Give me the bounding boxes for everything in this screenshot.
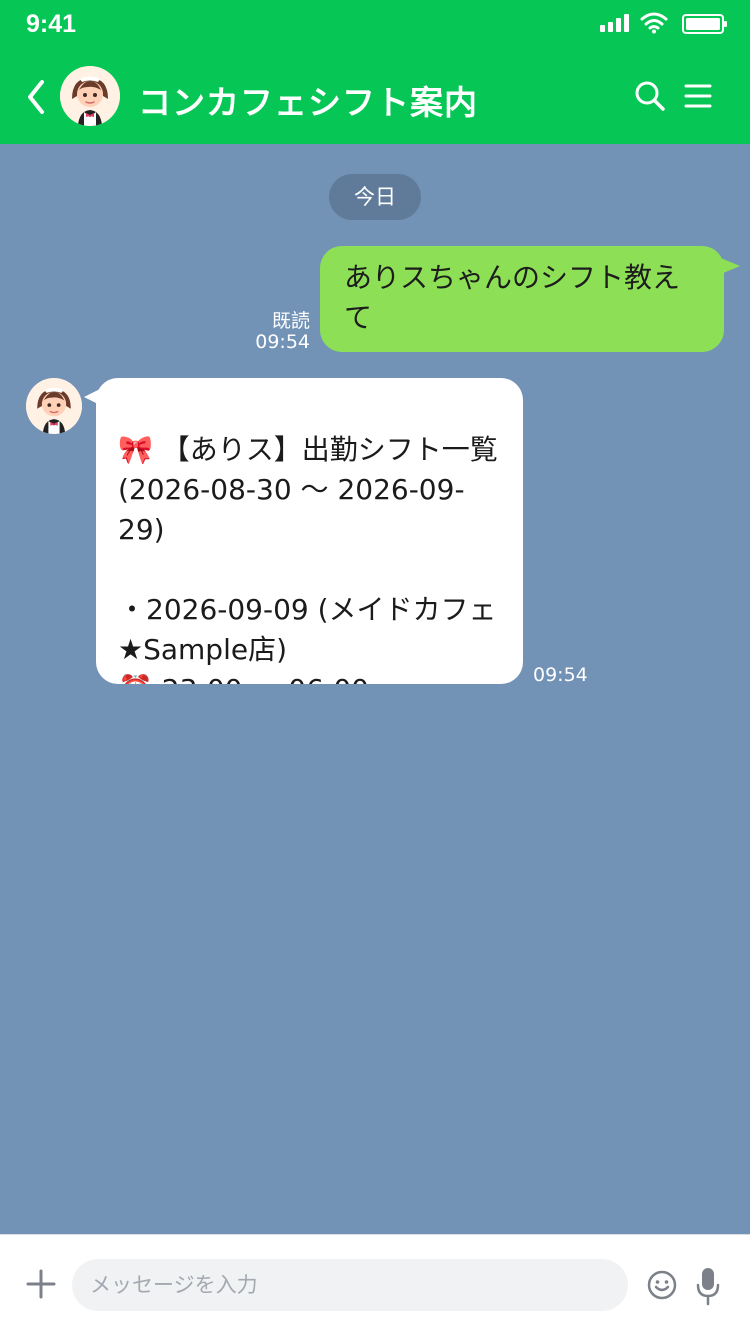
- signal-icon: [600, 14, 629, 32]
- mic-icon[interactable]: [696, 1266, 720, 1306]
- incoming-message-bubble[interactable]: 🎀 【ありス】出勤シフト一覧 (2026-08-30 〜 2026-09-29)…: [96, 378, 523, 684]
- menu-icon[interactable]: [684, 82, 712, 110]
- read-receipt-label: 既読: [271, 310, 310, 332]
- maid-avatar-icon: [26, 378, 82, 434]
- avatar[interactable]: [60, 66, 120, 126]
- status-bar: 9:41: [0, 0, 750, 50]
- battery-icon: [682, 14, 727, 34]
- chat-title: コンカフェシフト案内: [138, 83, 478, 122]
- incoming-message-text: 🎀 【ありス】出勤シフト一覧 (2026-08-30 〜 2026-09-29)…: [118, 433, 498, 684]
- wifi-icon: [640, 12, 668, 34]
- outgoing-message-time: 09:54: [255, 331, 310, 353]
- maid-avatar-icon: [60, 66, 120, 126]
- sender-avatar[interactable]: [26, 378, 82, 434]
- search-icon[interactable]: [634, 80, 666, 112]
- chat-header: コンカフェシフト案内: [0, 50, 750, 144]
- outgoing-message-text: ありスちゃんのシフト教えて: [344, 261, 681, 334]
- back-icon[interactable]: [24, 78, 48, 116]
- outgoing-bubble-tail: [716, 256, 740, 276]
- date-divider: 今日: [329, 174, 421, 220]
- plus-icon[interactable]: [24, 1267, 58, 1301]
- status-time: 9:41: [26, 10, 77, 38]
- outgoing-message-bubble[interactable]: ありスちゃんのシフト教えて: [320, 246, 724, 352]
- smile-icon[interactable]: [646, 1269, 678, 1301]
- message-input[interactable]: [72, 1259, 628, 1311]
- incoming-message-time: 09:54: [533, 664, 588, 686]
- message-input-bar: [0, 1234, 750, 1335]
